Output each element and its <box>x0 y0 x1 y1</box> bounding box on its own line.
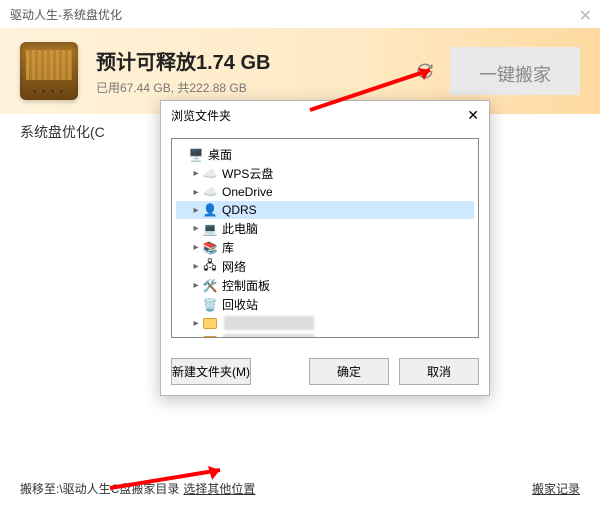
tree-label: 控制面板 <box>222 277 270 294</box>
tree-label: OneDrive <box>222 185 273 199</box>
tree-label: 网络 <box>222 258 246 275</box>
tree-item[interactable]: ▸🖧 网络 <box>176 257 474 276</box>
tree-label: 回收站 <box>222 296 258 313</box>
annotation-arrow <box>300 60 450 125</box>
user-icon: 👤 <box>202 202 218 218</box>
desktop-icon: 🖥️ <box>188 147 204 163</box>
cloud-icon: ☁️ <box>202 184 218 200</box>
tree-item[interactable]: 🗑️ 回收站 <box>176 295 474 314</box>
bottom-bar: 搬移至: \驱动人生C盘搬家目录 选择其他位置 搬家记录 <box>0 480 600 497</box>
tree-label: WPS云盘 <box>222 165 273 182</box>
library-icon: 📚 <box>202 240 218 256</box>
tree-label: 此电脑 <box>222 220 258 237</box>
tree-item[interactable]: ▸💻 此电脑 <box>176 219 474 238</box>
tree-label: 库 <box>222 239 234 256</box>
tree-item[interactable]: ▸☁️ OneDrive <box>176 183 474 201</box>
titlebar: 驱动人生-系统盘优化 ✕ <box>0 0 600 28</box>
tree-item[interactable]: ▸ <box>176 314 474 332</box>
tree-root[interactable]: 🖥️ 桌面 <box>176 145 474 164</box>
ok-button[interactable]: 确定 <box>309 358 389 385</box>
tree-item[interactable]: ▸🛠️ 控制面板 <box>176 276 474 295</box>
recycle-bin-icon: 🗑️ <box>202 297 218 313</box>
tree-label: 桌面 <box>208 146 232 163</box>
blurred-item <box>224 334 314 338</box>
pc-icon: 💻 <box>202 221 218 237</box>
tree-label: QDRS <box>222 203 257 217</box>
blurred-item <box>224 316 314 330</box>
folder-icon <box>202 333 218 338</box>
app-title: 驱动人生-系统盘优化 <box>10 6 122 23</box>
tree-item[interactable]: ▸📚 库 <box>176 238 474 257</box>
new-folder-button[interactable]: 新建文件夹(M) <box>171 358 251 385</box>
dialog-title: 浏览文件夹 <box>171 107 231 124</box>
tree-item-selected[interactable]: ▸👤 QDRS <box>176 201 474 219</box>
disk-icon <box>20 42 78 100</box>
one-click-move-button[interactable]: 一键搬家 <box>450 47 580 95</box>
annotation-arrow <box>100 458 240 503</box>
browse-folder-dialog: 浏览文件夹 ✕ 🖥️ 桌面 ▸☁️ WPS云盘 ▸☁️ OneDrive ▸👤 … <box>160 100 490 396</box>
tree-item[interactable]: ▸☁️ WPS云盘 <box>176 164 474 183</box>
folder-tree[interactable]: 🖥️ 桌面 ▸☁️ WPS云盘 ▸☁️ OneDrive ▸👤 QDRS ▸💻 … <box>171 138 479 338</box>
dialog-close-icon[interactable]: ✕ <box>467 107 479 124</box>
cloud-icon: ☁️ <box>202 166 218 182</box>
network-icon: 🖧 <box>202 259 218 275</box>
close-icon[interactable]: ✕ <box>579 6 592 26</box>
move-history-link[interactable]: 搬家记录 <box>532 480 580 497</box>
cancel-button[interactable]: 取消 <box>399 358 479 385</box>
folder-icon <box>202 315 218 331</box>
tree-item[interactable] <box>176 332 474 338</box>
move-to-label: 搬移至: <box>20 480 59 497</box>
control-panel-icon: 🛠️ <box>202 278 218 294</box>
